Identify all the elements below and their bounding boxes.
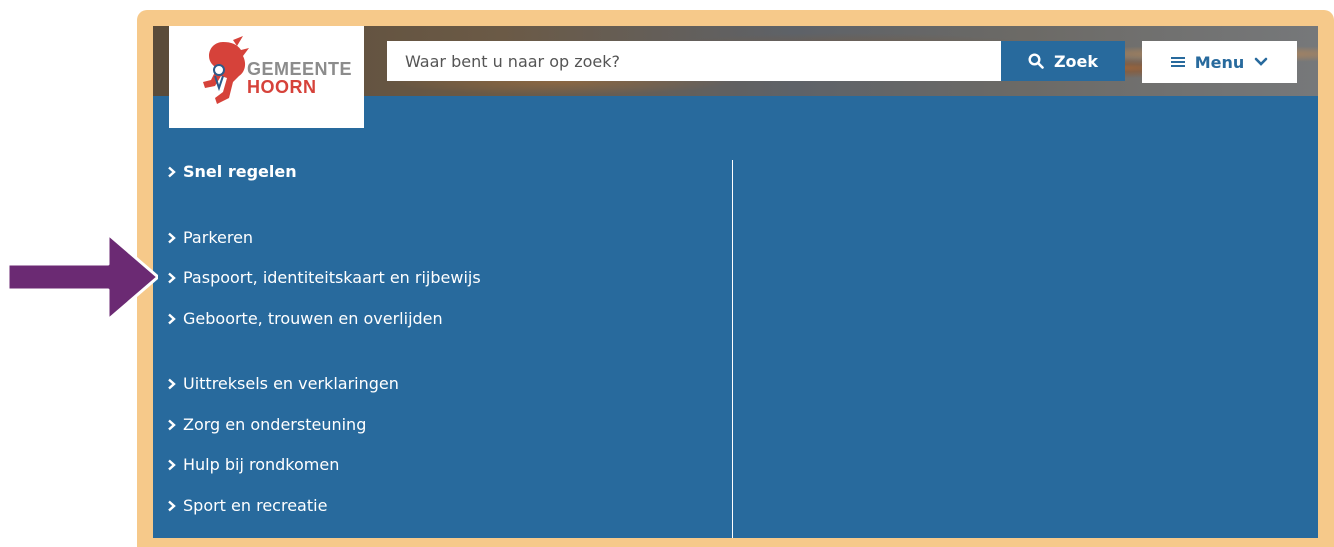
- chevron-right-icon: [168, 378, 176, 389]
- menu-item-label: Geboorte, trouwen en overlijden: [183, 309, 443, 328]
- chevron-right-icon: [168, 459, 176, 470]
- menu-button[interactable]: Menu: [1142, 41, 1297, 83]
- menu-item-zorg[interactable]: Zorg en ondersteuning: [167, 415, 366, 434]
- search-input[interactable]: [387, 41, 1001, 81]
- chevron-right-icon: [168, 419, 176, 430]
- chevron-down-icon: [1254, 57, 1268, 66]
- chevron-right-icon: [168, 272, 176, 283]
- menu-item-label: Sport en recreatie: [183, 496, 328, 515]
- menu-item-label: Snel regelen: [183, 162, 297, 181]
- menu-item-paspoort[interactable]: Paspoort, identiteitskaart en rijbewijs: [167, 268, 481, 287]
- logo-wordmark: GEMEENTE HOORN: [247, 60, 352, 96]
- unicorn-coat-of-arms-icon: [203, 36, 249, 104]
- search-button-label: Zoek: [1053, 51, 1099, 71]
- logo-line-hoorn: HOORN: [247, 77, 317, 97]
- menu-item-parkeren[interactable]: Parkeren: [167, 228, 253, 247]
- menu-button-label: Menu: [1194, 52, 1245, 72]
- menu-item-label: Parkeren: [183, 228, 254, 247]
- hamburger-icon: [1170, 57, 1185, 67]
- menu-item-sport[interactable]: Sport en recreatie: [167, 496, 327, 515]
- website-viewport: GEMEENTE HOORN Zoek Menu Snel regelen Pa…: [153, 26, 1318, 538]
- chevron-right-icon: [168, 166, 176, 177]
- search-button[interactable]: Zoek: [1001, 41, 1125, 81]
- menu-item-label: Hulp bij rondkomen: [183, 455, 340, 474]
- menu-item-snel-regelen[interactable]: Snel regelen: [167, 162, 297, 181]
- logo-line-gemeente: GEMEENTE: [247, 59, 353, 79]
- search-icon: [1028, 53, 1044, 69]
- chevron-right-icon: [168, 232, 176, 243]
- menu-item-label: Zorg en ondersteuning: [183, 415, 367, 434]
- arrow-right-icon: [8, 234, 158, 320]
- menu-item-label: Paspoort, identiteitskaart en rijbewijs: [183, 268, 481, 287]
- menu-item-uittreksels[interactable]: Uittreksels en verklaringen: [167, 374, 399, 393]
- chevron-right-icon: [168, 313, 176, 324]
- menu-item-geboorte[interactable]: Geboorte, trouwen en overlijden: [167, 309, 443, 328]
- menu-item-label: Uittreksels en verklaringen: [183, 374, 399, 393]
- gemeente-hoorn-logo[interactable]: GEMEENTE HOORN: [169, 26, 364, 128]
- menu-item-hulp[interactable]: Hulp bij rondkomen: [167, 455, 339, 474]
- chevron-right-icon: [168, 500, 176, 511]
- menu-column-divider: [732, 160, 733, 538]
